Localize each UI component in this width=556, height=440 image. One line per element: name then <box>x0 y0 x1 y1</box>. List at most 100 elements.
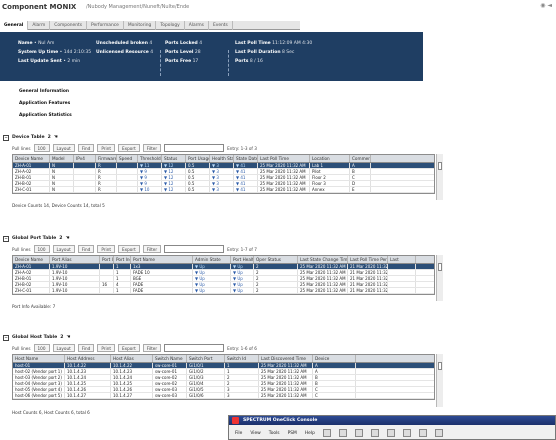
layout-button[interactable]: Layout <box>52 144 75 152</box>
export-button[interactable]: Export <box>118 144 140 152</box>
column-header[interactable]: Oper Status <box>254 256 298 263</box>
console-menu-view[interactable]: View <box>250 431 260 436</box>
print-button[interactable]: Print <box>97 245 115 253</box>
layout-button[interactable]: Layout <box>52 245 75 253</box>
summary-value: • 2 min <box>63 59 81 64</box>
section-count: 2 <box>59 236 63 241</box>
tab-topology[interactable]: Topology <box>156 21 185 30</box>
link-application-features[interactable]: Application Features <box>19 101 70 106</box>
vertical-scrollbar[interactable] <box>436 255 443 301</box>
column-header[interactable]: Last Poll Time Period <box>348 256 388 263</box>
find-button[interactable]: Find <box>77 144 95 152</box>
back-icon[interactable] <box>322 429 331 437</box>
tab-monitoring[interactable]: Monitoring <box>124 21 157 30</box>
scrollbar-thumb[interactable] <box>438 263 442 271</box>
tab-general[interactable]: General <box>0 21 29 30</box>
tab-performance[interactable]: Performance <box>87 21 124 30</box>
column-header[interactable]: Port Id <box>100 256 114 263</box>
column-header[interactable]: IPv4 <box>74 155 96 162</box>
column-header[interactable]: Location <box>310 155 350 162</box>
grid-icon[interactable] <box>386 429 395 437</box>
link-application-statistics[interactable]: Application Statistics <box>19 113 72 118</box>
link-general-information[interactable]: General Information <box>19 89 69 94</box>
column-header[interactable]: Model <box>50 155 74 162</box>
column-header[interactable]: Port Health <box>231 256 254 263</box>
collapse-toggle-icon[interactable]: − <box>3 334 9 341</box>
trash-icon[interactable] <box>434 429 443 437</box>
print-button[interactable]: Print <box>97 344 115 352</box>
tab-alarms[interactable]: Alarms <box>185 21 209 30</box>
table-row[interactable]: ZH-C-01 1.9V-10 1 FADE ▼ Up ▼ Up 2 25 Mar 2020 … <box>13 288 434 294</box>
console-menu-help[interactable]: Help <box>305 431 315 436</box>
collapse-toggle-icon[interactable]: − <box>3 134 9 141</box>
column-header[interactable]: Port Usage <box>186 155 210 162</box>
layout-button[interactable]: Layout <box>52 344 75 352</box>
refresh-icon[interactable] <box>354 429 363 437</box>
column-header[interactable]: Last <box>388 256 416 263</box>
filter-input[interactable] <box>164 344 225 352</box>
column-header[interactable]: Status <box>162 155 186 162</box>
filter-button[interactable]: Filter <box>142 344 162 352</box>
scrollbar-thumb[interactable] <box>438 162 442 170</box>
section-header-3[interactable]: − Global Host Table 2 ☚ <box>3 333 71 342</box>
search-icon[interactable] <box>370 429 379 437</box>
tab-alarm[interactable]: Alarm <box>28 21 51 30</box>
window-controls-icon[interactable]: ◉ ◄ <box>540 2 552 9</box>
section-header-2[interactable]: − Global Port Table 2 ☚ <box>3 234 70 243</box>
column-header[interactable]: Speed <box>117 155 138 162</box>
vertical-scrollbar[interactable] <box>436 154 443 200</box>
column-header[interactable]: Port Alias <box>50 256 100 263</box>
collapse-toggle-icon[interactable]: − <box>3 235 9 242</box>
filter-button[interactable]: Filter <box>142 245 162 253</box>
rows-select[interactable]: 100 <box>33 344 50 352</box>
column-header[interactable]: Port Index <box>114 256 131 263</box>
filter-input[interactable] <box>164 144 225 152</box>
column-header[interactable]: Comments <box>350 155 371 162</box>
column-header[interactable]: Device Name <box>13 155 50 162</box>
column-header[interactable]: Host Address <box>65 355 111 362</box>
vertical-scrollbar[interactable] <box>436 354 443 407</box>
console-menu-tools[interactable]: Tools <box>269 431 280 436</box>
column-header[interactable]: Admin State <box>193 256 231 263</box>
find-button[interactable]: Find <box>77 344 95 352</box>
export-button[interactable]: Export <box>118 344 140 352</box>
rows-label: Pull lines <box>12 246 31 252</box>
print-button[interactable]: Print <box>97 144 115 152</box>
column-header[interactable]: Last Poll Time <box>258 155 310 162</box>
column-header[interactable]: State Date <box>234 155 258 162</box>
table-row[interactable]: ZH-C-01 N R ▼ 10 ▼ 12 0.5 ▼ 3 ▼ 41 25 Mar 2020 1… <box>13 187 434 193</box>
column-header[interactable]: Last Discovered Time <box>259 355 313 362</box>
column-header[interactable]: Switch Port <box>187 355 225 362</box>
table-cell: sw-core-02 <box>153 381 187 386</box>
filter-button[interactable]: Filter <box>142 144 162 152</box>
print-icon[interactable] <box>418 429 427 437</box>
column-header[interactable]: Firmware <box>96 155 117 162</box>
table-row[interactable]: host-06 (Vendor port 5) 10.1.4.27 10.1.4.2… <box>13 393 434 399</box>
rows-select[interactable]: 100 <box>33 144 50 152</box>
column-header[interactable]: Host Alias <box>111 355 153 362</box>
table-cell: host-02 (Vendor port 1) <box>13 369 65 374</box>
forward-icon[interactable] <box>338 429 347 437</box>
console-menu-file[interactable]: File <box>235 431 242 436</box>
filter-input[interactable] <box>164 245 225 253</box>
export-button[interactable]: Export <box>118 245 140 253</box>
rows-select[interactable]: 100 <box>33 245 50 253</box>
column-header[interactable]: Switch Name <box>153 355 187 362</box>
console-title-bar[interactable]: SPECTRUM OneClick Console <box>229 416 555 425</box>
column-header[interactable]: Health State <box>210 155 234 162</box>
scrollbar-thumb[interactable] <box>438 362 442 370</box>
find-button[interactable]: Find <box>77 245 95 253</box>
console-window[interactable]: SPECTRUM OneClick Console File View Tools P… <box>228 415 556 440</box>
column-header[interactable]: Device <box>313 355 356 362</box>
section-header-1[interactable]: − Device Table 2 ☚ <box>3 133 58 142</box>
column-header[interactable]: Host Name <box>13 355 65 362</box>
column-header[interactable]: Port Name <box>131 256 193 263</box>
column-header[interactable]: Last State Change Time <box>298 256 348 263</box>
tab-events[interactable]: Events <box>209 21 233 30</box>
column-header[interactable]: Threshold <box>138 155 162 162</box>
list-icon[interactable] <box>402 429 411 437</box>
column-header[interactable]: Device Name <box>13 256 50 263</box>
tab-components[interactable]: Components <box>50 21 88 30</box>
console-menu-psm[interactable]: PSM <box>288 431 297 436</box>
column-header[interactable]: Switch Id <box>225 355 259 362</box>
